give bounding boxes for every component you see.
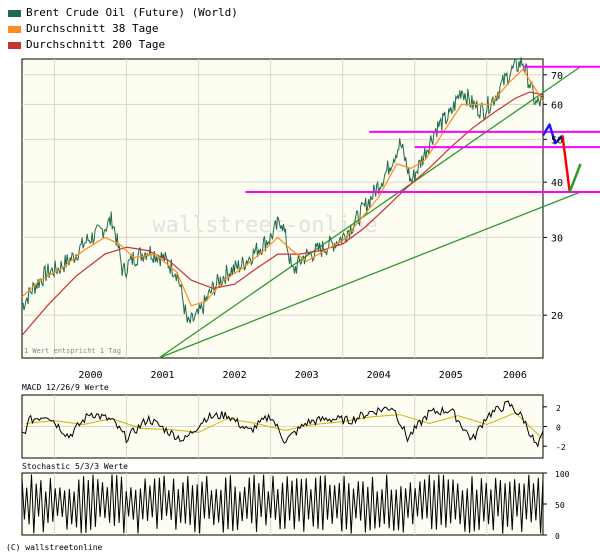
x-tick-label: 2001 [150, 370, 174, 381]
x-tick-label: 2003 [295, 370, 319, 381]
scale-note: 1 Wert entspricht 1 Tag [24, 347, 121, 355]
y-tick-label: 50 [551, 135, 563, 146]
legend-swatch-price [8, 9, 21, 17]
legend: Brent Crude Oil (Future) (World) Durchsc… [8, 6, 238, 54]
legend-swatch-ma38 [8, 25, 21, 33]
macd-y-tick-label: 2 [556, 404, 561, 413]
stochastic-title: Stochastic 5/3/3 Werte [22, 462, 128, 471]
y-tick-label: 70 [551, 71, 563, 82]
legend-label-price: Brent Crude Oil (Future) (World) [26, 6, 238, 19]
macd-title: MACD 12/26/9 Werte [22, 383, 109, 392]
x-tick-label: 2004 [367, 370, 391, 381]
stochastic-y-tick-label: 50 [555, 501, 565, 510]
x-tick-label: 2002 [223, 370, 247, 381]
copyright: (C) wallstreetonline [6, 543, 103, 552]
forecast-red-path [561, 135, 571, 193]
x-tick-label: 2006 [503, 370, 527, 381]
stochastic-y-tick-label: 0 [555, 532, 560, 541]
forecast-green-path [568, 163, 582, 193]
legend-item-ma38: Durchschnitt 38 Tage [8, 22, 238, 38]
chart-canvas: wallstreet-online2030405060702000 2001 200… [6, 57, 600, 552]
y-tick-label: 30 [551, 233, 563, 244]
macd-y-tick-label: -2 [556, 443, 566, 452]
legend-label-ma200: Durchschnitt 200 Tage [26, 38, 166, 51]
macd-y-tick-label: 0 [556, 424, 561, 433]
y-tick-label: 60 [551, 100, 563, 111]
legend-label-ma38: Durchschnitt 38 Tage [26, 22, 159, 35]
x-tick-label: 2005 [439, 370, 463, 381]
y-tick-label: 40 [551, 178, 563, 189]
x-tick-label: 2000 [78, 370, 102, 381]
legend-item-price: Brent Crude Oil (Future) (World) [8, 6, 238, 22]
legend-item-ma200: Durchschnitt 200 Tage [8, 38, 238, 54]
stochastic-y-tick-label: 100 [555, 470, 570, 479]
y-tick-label: 20 [551, 311, 563, 322]
legend-swatch-ma200 [8, 41, 21, 49]
